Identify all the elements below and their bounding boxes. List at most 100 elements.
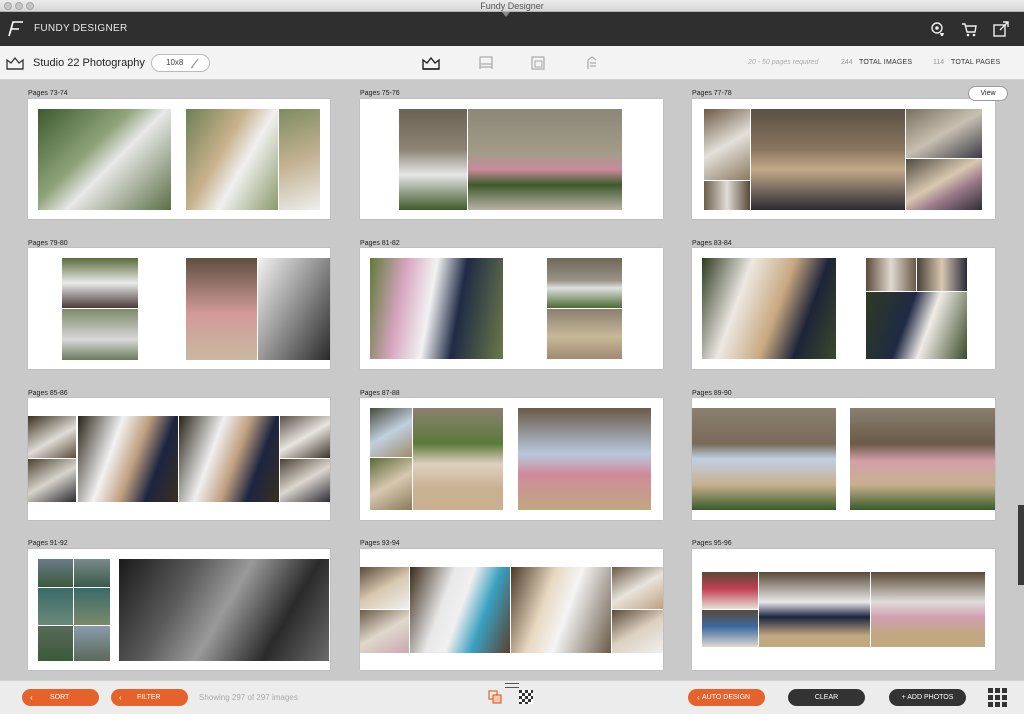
photo[interactable] <box>704 109 750 180</box>
photo[interactable] <box>280 459 330 502</box>
proofing-icon[interactable] <box>583 55 601 71</box>
wall-art-icon[interactable] <box>477 55 495 71</box>
album-size-selector[interactable]: 10x8 <box>151 54 210 72</box>
photo[interactable] <box>78 416 178 502</box>
chevron-left-icon: ‹ <box>697 693 700 702</box>
filter-button[interactable]: ‹ FILTER <box>111 689 188 706</box>
spread-75-76[interactable] <box>360 99 663 219</box>
spread-93-94[interactable] <box>360 549 663 670</box>
spread-87-88[interactable] <box>360 398 663 520</box>
spread-83-84[interactable] <box>692 248 995 369</box>
spread-81-82[interactable] <box>360 248 663 369</box>
studio-name[interactable]: Studio 22 Photography <box>33 57 145 69</box>
photo[interactable] <box>850 408 995 510</box>
cart-settings-icon[interactable] <box>929 20 947 38</box>
spread-79-80[interactable] <box>28 248 330 369</box>
spread-95-96[interactable] <box>692 549 995 670</box>
photo[interactable] <box>360 610 409 653</box>
card-icon[interactable] <box>529 55 547 71</box>
photo[interactable] <box>547 258 622 308</box>
spread-73-74[interactable] <box>28 99 330 219</box>
spread-label: Pages 89-90 <box>692 390 732 397</box>
photo[interactable] <box>906 109 982 158</box>
spread-label: Pages 87-88 <box>360 390 400 397</box>
sort-button[interactable]: ‹ SORT <box>22 689 99 706</box>
photo[interactable] <box>62 258 138 308</box>
photo[interactable] <box>38 588 73 625</box>
photo[interactable] <box>38 626 73 661</box>
photo[interactable] <box>866 292 967 359</box>
header-dropdown-notch[interactable] <box>502 12 510 17</box>
spread-77-78[interactable] <box>692 99 995 219</box>
photo[interactable] <box>906 159 982 210</box>
photo[interactable] <box>511 567 611 653</box>
photo[interactable] <box>702 258 836 359</box>
photo[interactable] <box>179 416 279 502</box>
export-icon[interactable] <box>992 20 1010 38</box>
cart-icon[interactable] <box>960 20 978 38</box>
view-button[interactable]: View <box>968 86 1008 101</box>
filter-label: FILTER <box>137 694 161 701</box>
photo[interactable] <box>518 408 651 510</box>
photo[interactable] <box>38 109 171 210</box>
photo[interactable] <box>702 572 758 609</box>
spread-label: Pages 91-92 <box>28 540 68 547</box>
photo[interactable] <box>280 416 330 458</box>
photo[interactable] <box>370 458 412 510</box>
clear-button[interactable]: CLEAR <box>788 689 865 706</box>
photo[interactable] <box>370 258 503 359</box>
total-pages-count: 114 <box>933 59 945 66</box>
photo[interactable] <box>399 109 467 210</box>
auto-design-button[interactable]: ‹ AUTO DESIGN <box>688 689 765 706</box>
grid-view-icon[interactable] <box>988 688 1007 707</box>
photo[interactable] <box>28 416 76 458</box>
photo[interactable] <box>547 309 622 359</box>
scrollbar-thumb[interactable] <box>1018 505 1024 585</box>
album-design-icon[interactable] <box>422 55 440 71</box>
spreads-canvas: Pages 73-74 Pages 75-76 Pages 77-78 Page… <box>0 80 1024 680</box>
photo[interactable] <box>38 559 73 587</box>
photo[interactable] <box>410 567 510 653</box>
photo[interactable] <box>186 109 278 210</box>
photo[interactable] <box>119 559 329 661</box>
photo[interactable] <box>74 626 110 661</box>
stacked-photos-icon[interactable] <box>488 690 502 704</box>
photo[interactable] <box>413 408 503 510</box>
photo[interactable] <box>866 258 916 291</box>
sort-label: SORT <box>50 694 70 701</box>
photo[interactable] <box>692 408 836 510</box>
app-header: FUNDY DESIGNER <box>0 12 1024 46</box>
spread-85-86[interactable] <box>28 398 330 520</box>
photo[interactable] <box>612 610 663 653</box>
spread-label: Pages 83-84 <box>692 240 732 247</box>
photo[interactable] <box>917 258 967 291</box>
photo[interactable] <box>370 408 412 457</box>
photo[interactable] <box>28 459 76 502</box>
photo[interactable] <box>702 610 758 647</box>
photo[interactable] <box>360 567 409 609</box>
spread-label: Pages 73-74 <box>28 90 68 97</box>
panel-resize-handle[interactable] <box>505 683 519 688</box>
spread-label: Pages 93-94 <box>360 540 400 547</box>
photo[interactable] <box>759 572 870 647</box>
spread-89-90[interactable] <box>692 398 995 520</box>
spread-91-92[interactable] <box>28 549 330 670</box>
photo[interactable] <box>258 258 330 360</box>
total-images-label: TOTAL IMAGES <box>859 59 913 66</box>
app-name: FUNDY DESIGNER <box>34 23 128 34</box>
photo[interactable] <box>279 109 320 210</box>
photo[interactable] <box>74 559 110 587</box>
photo[interactable] <box>74 588 110 625</box>
photo[interactable] <box>468 109 622 210</box>
project-toolbar: Studio 22 Photography 10x8 20 - 50 pages… <box>0 46 1024 80</box>
photo[interactable] <box>871 572 985 647</box>
spread-label: Pages 79-80 <box>28 240 68 247</box>
checker-icon[interactable] <box>519 690 533 704</box>
photo[interactable] <box>751 109 905 210</box>
photo[interactable] <box>62 309 138 360</box>
photo[interactable] <box>704 181 750 210</box>
photo[interactable] <box>186 258 257 360</box>
add-photos-button[interactable]: + ADD PHOTOS <box>889 689 966 706</box>
photo[interactable] <box>612 567 663 609</box>
spread-label: Pages 75-76 <box>360 90 400 97</box>
